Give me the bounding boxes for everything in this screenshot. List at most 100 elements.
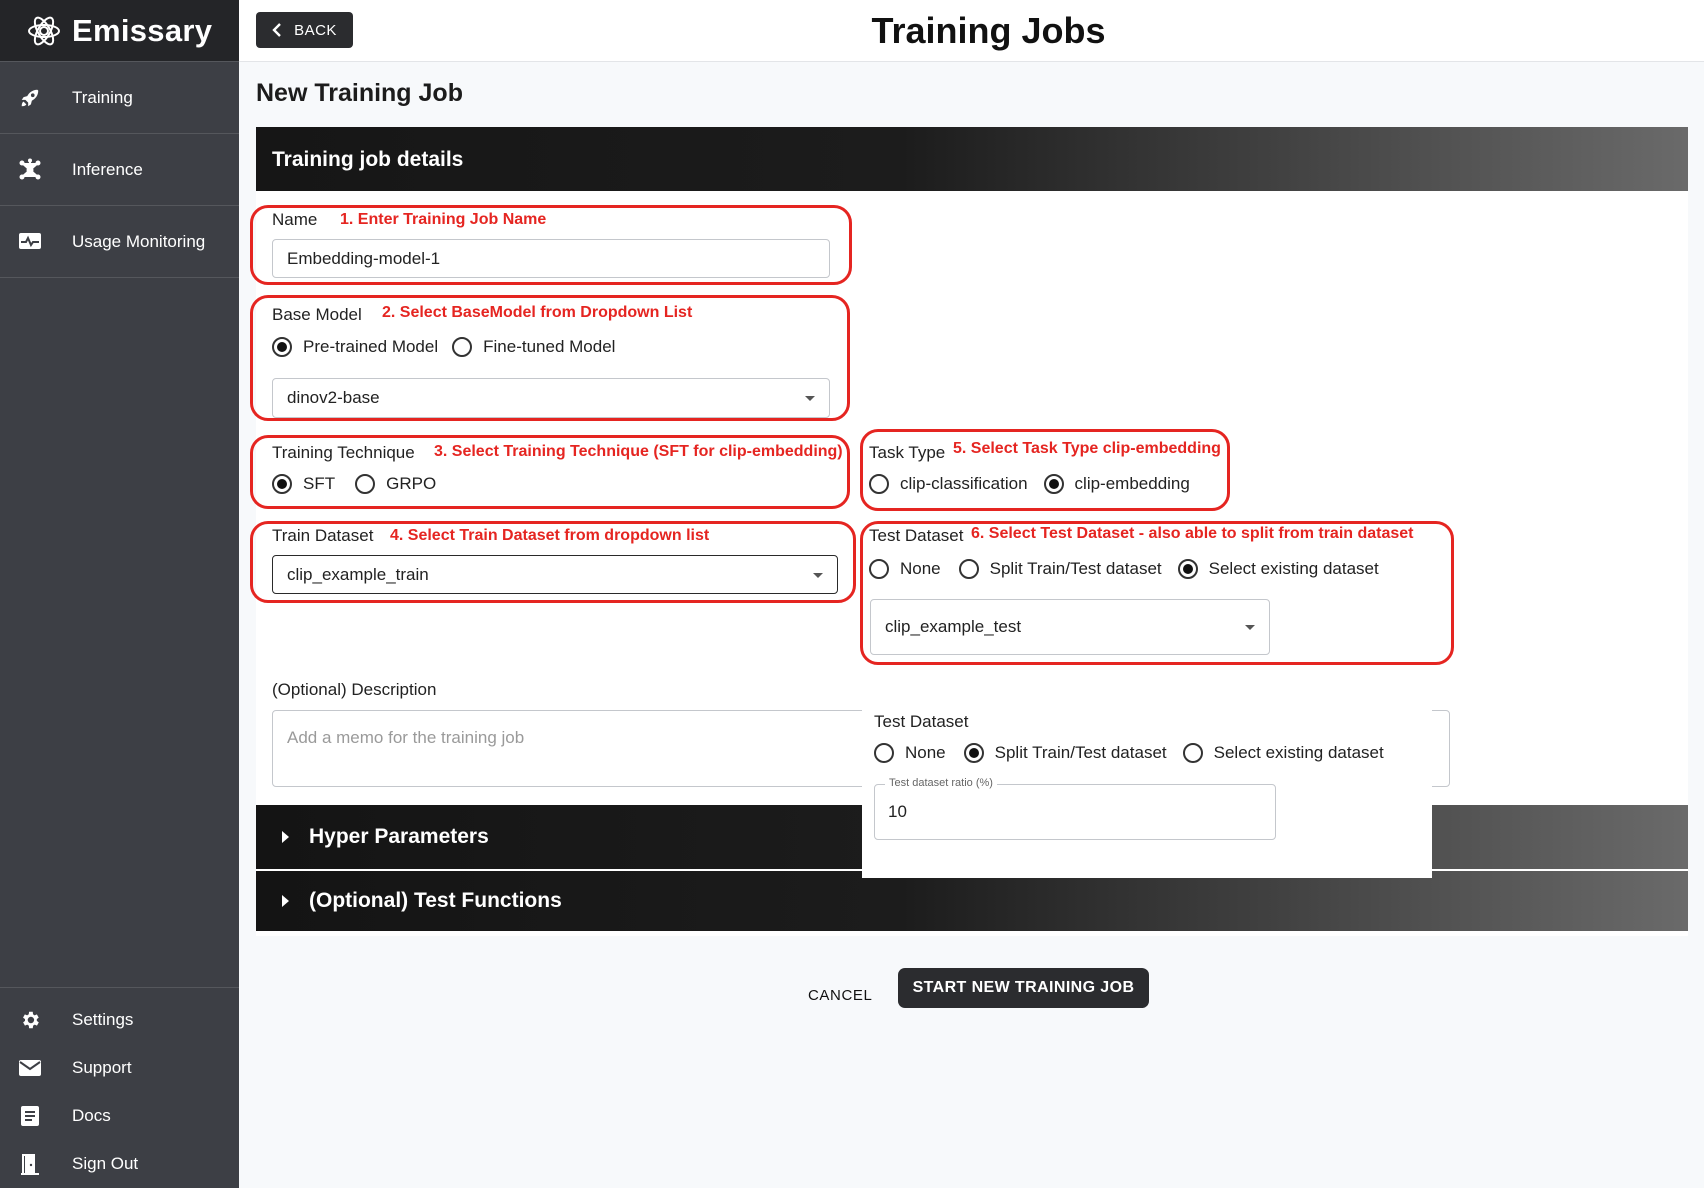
radio-label: None [900,559,941,578]
sidebar-item-label: Usage Monitoring [72,231,206,251]
base-model-select-value: dinov2-base [287,388,380,407]
radio-alt-none[interactable]: None [874,743,946,763]
dropdown-arrow-icon [1245,625,1255,630]
annotation-2: 2. Select BaseModel from Dropdown List [382,304,693,321]
sidebar-item-usage-monitoring[interactable]: Usage Monitoring [0,206,239,278]
base-model-label: Base Model [272,305,362,324]
top-header: BACK Training Jobs [239,0,1704,62]
radio-label: SFT [303,474,336,493]
sidebar-item-sign-out[interactable]: Sign Out [0,1140,239,1188]
radio-test-none-indicator[interactable] [869,559,889,579]
test-dataset-select-value: clip_example_test [885,617,1022,636]
section-title: Training job details [256,127,1688,191]
radio-alt-none-indicator[interactable] [874,743,894,763]
brand[interactable]: Emissary [0,0,239,62]
sidebar-bottom: Settings Support Docs Sign Out [0,987,239,1188]
description-placeholder: Add a memo for the training job [287,728,525,747]
door-exit-icon [18,1152,42,1176]
name-input-value: Embedding-model-1 [287,248,441,268]
test-ratio-input[interactable]: Test dataset ratio (%) 10 [874,777,1276,840]
sidebar-item-label: Support [72,1058,132,1077]
sidebar-item-inference[interactable]: Inference [0,134,239,206]
radio-grpo-indicator[interactable] [355,474,376,494]
radio-clip-embedding[interactable]: clip-embedding [1043,474,1190,494]
test-ratio-label: Test dataset ratio (%) [885,777,997,789]
name-label: Name [272,210,318,229]
sidebar-item-label: Sign Out [72,1154,139,1173]
annotation-3: 3. Select Training Technique (SFT for cl… [434,443,843,460]
accordion-label: Hyper Parameters [309,825,489,848]
radio-finetuned-indicator[interactable] [452,337,473,357]
sidebar-item-label: Inference [72,159,143,179]
test-dataset-alt-label: Test Dataset [874,712,969,731]
radio-sft[interactable]: SFT [272,474,335,494]
radio-alt-existing-indicator[interactable] [1182,743,1203,763]
radio-test-split[interactable]: Split Train/Test dataset [958,559,1162,579]
radio-clip-embedding-indicator[interactable] [1043,474,1064,494]
radio-label: Fine-tuned Model [483,337,616,356]
emissary-logo-icon [28,16,60,45]
train-dataset-select[interactable]: clip_example_train [272,555,838,594]
accordion-test-functions[interactable]: (Optional) Test Functions [256,871,1688,931]
radio-alt-existing[interactable]: Select existing dataset [1182,743,1384,763]
base-model-select[interactable]: dinov2-base [272,378,830,418]
test-dataset-select[interactable]: clip_example_test [870,599,1270,655]
radio-label: Pre-trained Model [303,337,439,356]
rocket-icon [18,86,42,110]
sidebar-item-training[interactable]: Training [0,62,239,134]
annotation-4: 4. Select Train Dataset from dropdown li… [390,527,710,544]
radio-grpo[interactable]: GRPO [355,474,436,494]
network-icon [18,158,42,182]
test-dataset-label: Test Dataset [869,526,964,545]
test-dataset-alt-radio-group: None Split Train/Test dataset Select exi… [874,743,1400,763]
radio-sft-indicator[interactable] [272,474,292,494]
radio-label: Split Train/Test dataset [994,743,1167,762]
radio-label: None [905,743,946,762]
sidebar-item-label: Docs [72,1106,111,1125]
radio-test-existing[interactable]: Select existing dataset [1177,559,1379,579]
radio-label: clip-classification [900,474,1028,493]
radio-alt-split[interactable]: Split Train/Test dataset [963,743,1167,763]
sidebar-item-label: Training [72,87,133,107]
sidebar-item-support[interactable]: Support [0,1044,239,1092]
dropdown-arrow-icon [805,396,815,401]
radio-alt-split-indicator[interactable] [963,743,984,763]
radio-clip-classification-indicator[interactable] [869,474,889,494]
name-input[interactable]: Embedding-model-1 [272,239,830,278]
task-type-radio-group: clip-classification clip-embedding [869,474,1206,494]
annotation-5: 5. Select Task Type clip-embedding [953,440,1221,457]
task-type-label: Task Type [869,443,946,462]
start-training-job-button[interactable]: START NEW TRAINING JOB [898,968,1149,1008]
test-ratio-value: 10 [888,802,907,821]
radio-clip-classification[interactable]: clip-classification [869,474,1028,494]
annotation-6: 6. Select Test Dataset - also able to sp… [971,525,1414,542]
radio-label: clip-embedding [1074,474,1190,493]
cancel-button[interactable]: CANCEL [808,987,872,1004]
train-dataset-label: Train Dataset [272,526,374,545]
radio-finetuned-model[interactable]: Fine-tuned Model [452,337,615,357]
radio-label: Select existing dataset [1213,743,1384,762]
radio-pretrained-indicator[interactable] [272,337,292,357]
radio-label: GRPO [386,474,437,493]
radio-test-split-indicator[interactable] [958,559,979,579]
dropdown-arrow-icon [813,572,823,578]
test-dataset-split-inset: Test Dataset None Split Train/Test datas… [862,710,1432,878]
caret-right-icon [282,831,289,843]
base-model-radio-group: Pre-trained Model Fine-tuned Model [272,337,631,357]
sidebar-item-docs[interactable]: Docs [0,1092,239,1140]
sidebar-item-settings[interactable]: Settings [0,996,239,1044]
radio-label: Select existing dataset [1208,559,1379,578]
description-label: (Optional) Description [272,680,437,699]
radio-label: Split Train/Test dataset [989,559,1162,578]
sidebar: Emissary Training Inference Usage Monito… [0,0,239,1188]
test-dataset-radio-group: None Split Train/Test dataset Select exi… [869,559,1395,579]
training-technique-radio-group: SFT GRPO [272,474,452,494]
gear-icon [18,1008,42,1032]
radio-test-existing-indicator[interactable] [1177,559,1198,579]
monitor-pulse-icon [18,230,42,254]
annotation-1: 1. Enter Training Job Name [340,211,547,228]
train-dataset-select-value: clip_example_train [287,564,429,584]
radio-test-none[interactable]: None [869,559,941,579]
mail-icon [18,1056,42,1080]
radio-pretrained-model[interactable]: Pre-trained Model [272,337,438,357]
